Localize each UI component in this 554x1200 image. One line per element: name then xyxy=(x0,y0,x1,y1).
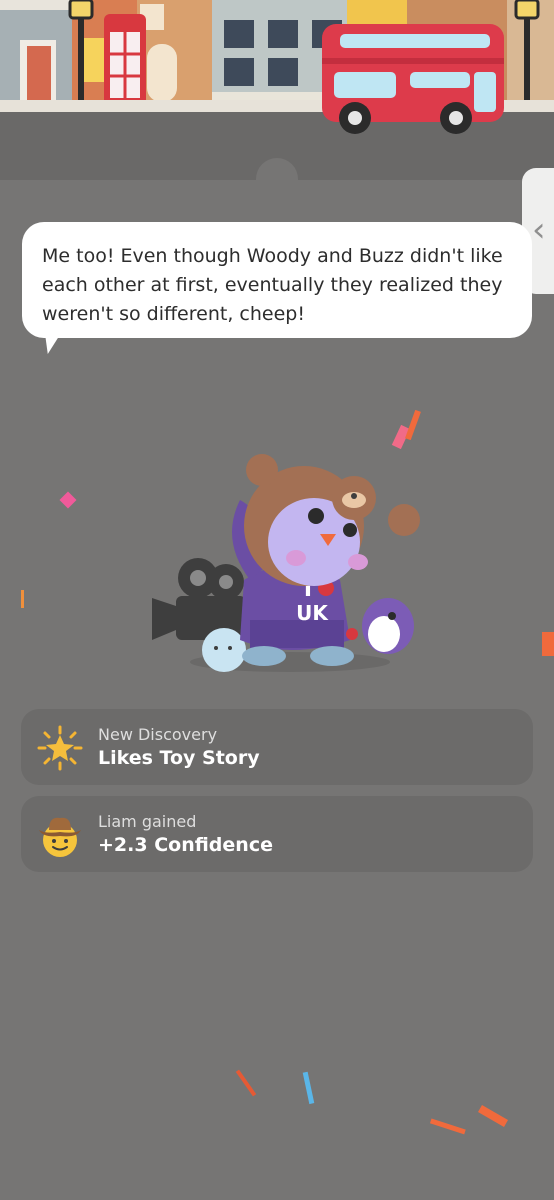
card-subtitle: New Discovery xyxy=(98,725,218,744)
discovery-card: New Discovery Likes Toy Story xyxy=(21,709,533,785)
movie-camera-icon xyxy=(152,558,246,640)
red-bus-icon xyxy=(322,24,504,134)
confidence-card: Liam gained +2.3 Confidence xyxy=(21,796,533,872)
bear-costume-mascot: I UK xyxy=(152,454,420,672)
cowboy-face-icon xyxy=(39,817,81,857)
street-illustration xyxy=(0,0,554,180)
chevron-left-icon: ‹ xyxy=(532,210,546,250)
shirt-text-bottom: UK xyxy=(296,601,329,625)
card-title: Likes Toy Story xyxy=(98,747,260,769)
sun-star-icon xyxy=(37,725,83,771)
street-scene-banner xyxy=(0,0,554,180)
card-subtitle: Liam gained xyxy=(98,812,197,831)
card-title: +2.3 Confidence xyxy=(98,834,273,856)
penguin-plush-icon xyxy=(346,598,414,654)
speech-bubble: Me too! Even though Woody and Buzz didn'… xyxy=(22,222,532,338)
chat-message: Me too! Even though Woody and Buzz didn'… xyxy=(42,245,503,325)
